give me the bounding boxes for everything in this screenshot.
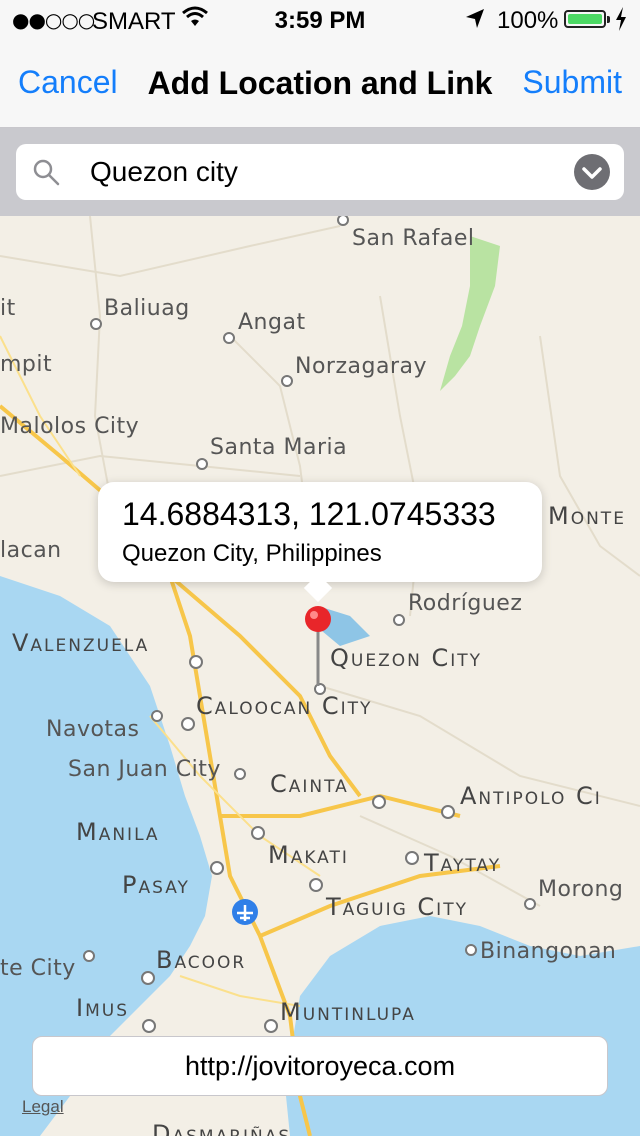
battery-percentage: 100% — [497, 7, 559, 34]
search-input[interactable] — [90, 156, 570, 188]
map-label: San Rafael — [352, 226, 475, 251]
map-label: Valenzuela — [12, 629, 150, 657]
link-field[interactable]: http://jovitoroyeca.com — [32, 1036, 608, 1096]
map-label: te City — [0, 956, 76, 981]
map-label: Caloocan City — [196, 692, 373, 720]
map-label: Bacoor — [156, 946, 247, 974]
submit-button[interactable]: Submit — [522, 64, 622, 101]
map-label: Navotas — [46, 717, 140, 742]
map-label: Antipolo Ci — [460, 782, 602, 810]
map-label: Taguig City — [326, 893, 468, 921]
location-arrow-icon — [464, 7, 486, 38]
map-label: Dasmariñas — [152, 1120, 292, 1136]
battery-icon — [564, 10, 610, 28]
map-label: Norzagaray — [295, 354, 427, 379]
map-label: Muntinlupa — [280, 998, 416, 1026]
navigation-bar: Cancel Add Location and Link Submit — [0, 40, 640, 128]
map-label: Binangonan — [480, 939, 617, 964]
search-icon — [32, 158, 60, 186]
map-label: mpit — [0, 352, 53, 377]
search-field[interactable] — [16, 144, 624, 200]
map-label: Taytay — [424, 849, 502, 877]
map-label: Baliuag — [104, 296, 190, 321]
callout-address: Quezon City, Philippines — [122, 540, 382, 567]
charging-bolt-icon — [614, 6, 628, 39]
map-label: Manila — [76, 818, 160, 846]
map-label: Malolos City — [0, 414, 140, 439]
chevron-down-icon[interactable] — [574, 154, 610, 190]
map-label: Rodríguez — [408, 591, 523, 616]
callout-coordinates: 14.6884313, 121.0745333 — [122, 496, 496, 532]
map-label: Monte — [548, 502, 626, 530]
map-label: Cainta — [270, 770, 349, 798]
map-label: it — [0, 296, 16, 321]
map-label: Morong — [538, 877, 624, 902]
map-label: Imus — [76, 994, 129, 1022]
map-view[interactable]: San Rafael Baliuag Angat it mpit Norzaga… — [0, 216, 640, 1136]
location-callout[interactable]: 14.6884313, 121.0745333 Quezon City, Phi… — [98, 482, 542, 603]
legal-link[interactable]: Legal — [22, 1097, 64, 1117]
map-label: Pasay — [122, 871, 190, 899]
map-pin-icon — [305, 606, 331, 686]
map-label: Angat — [238, 310, 306, 335]
airplane-icon — [232, 899, 258, 925]
map-label: lacan — [0, 538, 62, 563]
map-label: Quezon City — [330, 644, 482, 672]
map-label: Makati — [268, 841, 349, 869]
map-label: San Juan City — [68, 757, 221, 782]
status-bar: ●●○○○ SMART 3:59 PM 100% — [0, 0, 640, 40]
map-label: Santa Maria — [210, 435, 348, 460]
search-bar — [0, 128, 640, 216]
cancel-button[interactable]: Cancel — [18, 64, 118, 101]
